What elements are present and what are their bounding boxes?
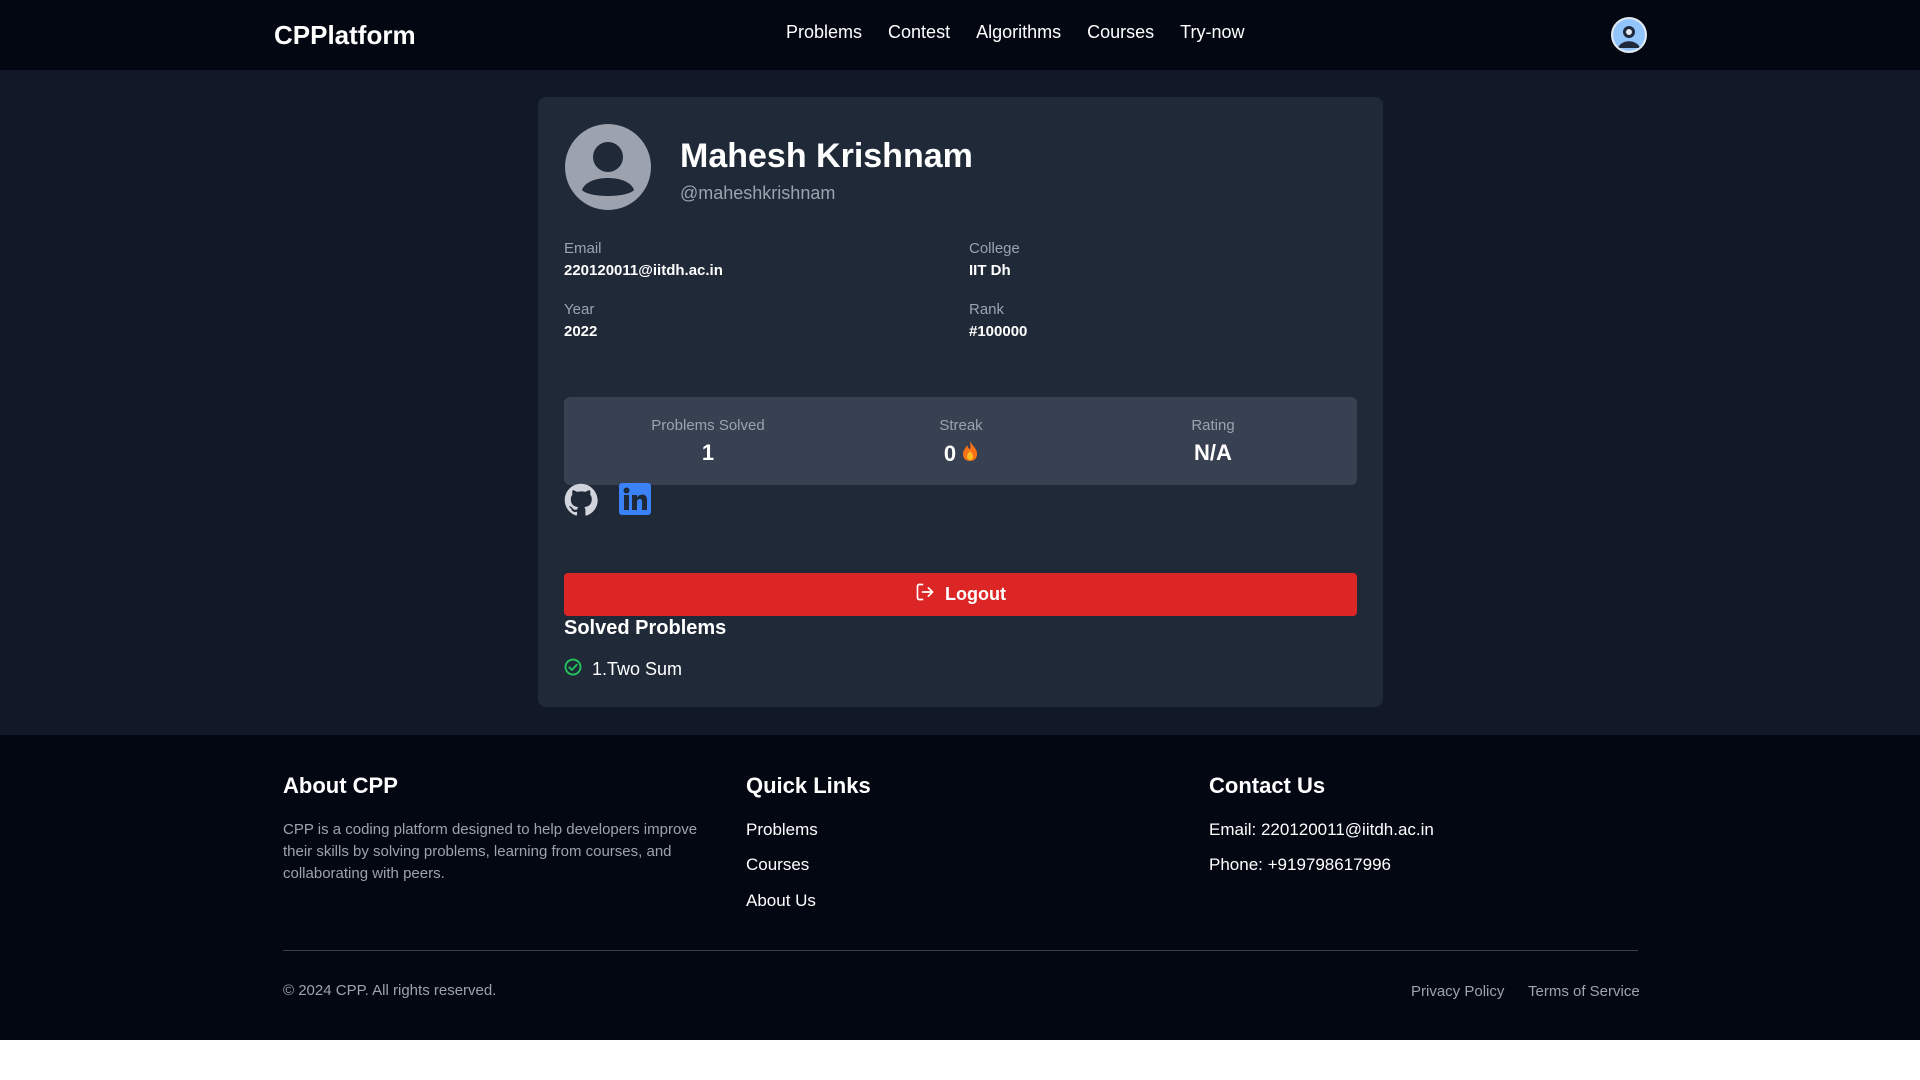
solved-problem-label: 1.Two Sum <box>592 659 683 679</box>
brand-logo[interactable]: CPPlatform <box>274 20 416 51</box>
email-label: Email <box>564 240 602 257</box>
profile-name: Mahesh Krishnam <box>680 137 973 175</box>
footer-divider <box>283 950 1638 951</box>
logout-label: Logout <box>945 584 1006 604</box>
nav-links: Problems Contest Algorithms Courses Try-… <box>786 22 1244 43</box>
github-icon[interactable] <box>564 483 598 522</box>
year-label: Year <box>564 301 595 318</box>
logout-button[interactable]: Logout <box>564 573 1357 616</box>
footer-terms-link[interactable]: Terms of Service <box>1528 983 1640 1000</box>
stat-streak: Streak 0 <box>861 417 1061 468</box>
stat-label: Rating <box>1191 417 1235 434</box>
footer-about-title: About CPP <box>283 773 398 798</box>
solved-problems-title: Solved Problems <box>564 617 727 639</box>
footer-link-about-us[interactable]: About Us <box>746 891 816 911</box>
top-navbar: CPPlatform Problems Contest Algorithms C… <box>0 0 1920 70</box>
stat-value: 0 <box>861 440 1061 468</box>
email-value: 220120011@iitdh.ac.in <box>564 262 723 279</box>
solved-problem-item[interactable]: 1.Two Sum <box>564 658 682 681</box>
footer-contact-email: Email: 220120011@iitdh.ac.in <box>1209 820 1434 839</box>
footer-contact-phone: Phone: +919798617996 <box>1209 855 1391 874</box>
nav-link-problems[interactable]: Problems <box>786 22 862 43</box>
nav-link-algorithms[interactable]: Algorithms <box>976 22 1061 43</box>
footer: About CPP CPP is a coding platform desig… <box>0 735 1920 1040</box>
linkedin-icon[interactable] <box>619 483 651 520</box>
college-value: IIT Dh <box>969 262 1011 279</box>
rank-label: Rank <box>969 301 1005 318</box>
stat-label: Streak <box>939 417 983 434</box>
fire-icon <box>962 440 978 468</box>
nav-link-courses[interactable]: Courses <box>1087 22 1154 43</box>
footer-link-problems[interactable]: Problems <box>746 820 818 840</box>
user-avatar-icon[interactable] <box>1611 17 1647 53</box>
logout-icon <box>915 582 935 607</box>
main-content: Mahesh Krishnam @maheshkrishnam Email 22… <box>0 70 1920 735</box>
footer-contact-title: Contact Us <box>1209 773 1326 798</box>
footer-copyright: © 2024 CPP. All rights reserved. <box>283 982 497 999</box>
stats-panel: Problems Solved 1 Streak 0 Rating N/A <box>564 397 1357 485</box>
user-placeholder-icon <box>565 124 651 210</box>
nav-link-contest[interactable]: Contest <box>888 22 950 43</box>
stat-value: 1 <box>701 440 715 465</box>
footer-link-courses[interactable]: Courses <box>746 855 809 875</box>
rank-value: #100000 <box>969 323 1028 340</box>
footer-links-title: Quick Links <box>746 773 871 798</box>
stat-rating: Rating N/A <box>1113 417 1313 466</box>
nav-link-try-now[interactable]: Try-now <box>1180 22 1244 43</box>
profile-username: @maheshkrishnam <box>680 183 836 203</box>
check-circle-icon <box>564 658 582 681</box>
stat-label: Problems Solved <box>651 417 765 434</box>
college-label: College <box>969 240 1020 257</box>
footer-privacy-link[interactable]: Privacy Policy <box>1411 983 1504 1000</box>
stat-problems-solved: Problems Solved 1 <box>608 417 808 466</box>
year-value: 2022 <box>564 323 598 340</box>
stat-value: N/A <box>1194 440 1232 465</box>
profile-card: Mahesh Krishnam @maheshkrishnam Email 22… <box>538 97 1383 707</box>
footer-about-text: CPP is a coding platform designed to hel… <box>283 821 698 882</box>
